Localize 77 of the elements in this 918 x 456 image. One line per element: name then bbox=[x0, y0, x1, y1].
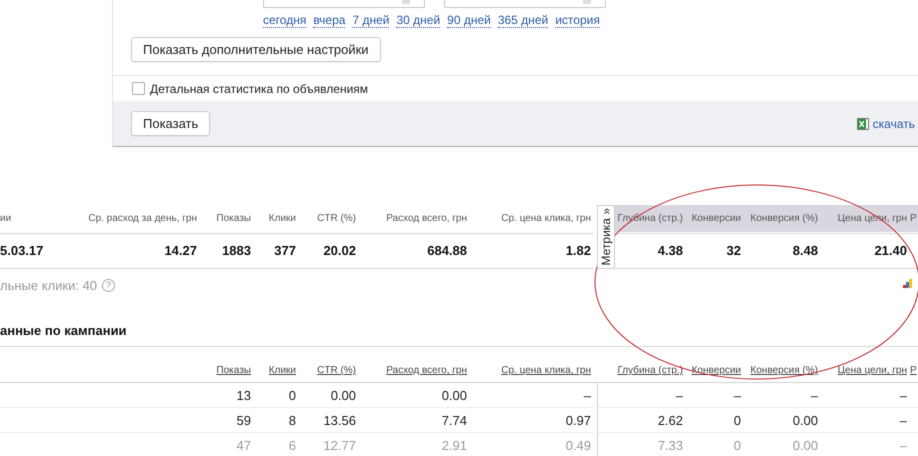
table-cell: 5.03.17 bbox=[0, 232, 90, 268]
table-cell: 377 bbox=[254, 232, 299, 268]
column-header: Конверсии bbox=[686, 205, 744, 232]
column-header: Показы bbox=[215, 212, 252, 226]
sortable-column-header[interactable]: Цена цели, грн bbox=[838, 365, 907, 376]
table-cell: 0 bbox=[686, 408, 744, 433]
table-cell: 7.33 bbox=[615, 433, 686, 456]
date-range-link[interactable]: вчера bbox=[313, 14, 346, 28]
table-cell: – bbox=[615, 383, 686, 408]
table-cell: 684.88 bbox=[359, 232, 470, 268]
date-range-link[interactable]: 90 дней bbox=[447, 14, 491, 28]
sortable-column-header[interactable]: Глубина (стр.) bbox=[617, 365, 683, 376]
column-header: CTR (%) bbox=[316, 212, 357, 226]
table-cell: 7.74 bbox=[359, 408, 470, 433]
sortable-column-header[interactable]: Р bbox=[910, 365, 917, 376]
table-cell: 1.82 bbox=[470, 232, 594, 268]
table-cell: 4.38 bbox=[615, 232, 686, 268]
sortable-column-header[interactable]: Конверсии bbox=[692, 365, 741, 376]
table-cell: – bbox=[470, 383, 594, 408]
date-range-link[interactable]: 365 дней bbox=[498, 14, 548, 28]
sortable-column-header[interactable]: Показы bbox=[216, 365, 251, 376]
column-header: Расход всего, грн bbox=[385, 212, 468, 226]
checkbox-label: Детальная статистика по объявлениям bbox=[150, 82, 368, 96]
table-cell: 32 bbox=[686, 232, 744, 268]
date-range-link[interactable]: сегодня bbox=[263, 14, 306, 28]
calendar-icon bbox=[583, 0, 591, 4]
table-cell: 0.00 bbox=[299, 383, 359, 408]
table-cell: 0.97 bbox=[470, 408, 594, 433]
unique-clicks-text: льные клики: 40 bbox=[0, 278, 98, 292]
table-cell: – bbox=[744, 383, 821, 408]
date-range-link[interactable]: 30 дней bbox=[396, 14, 440, 28]
calendar-icon bbox=[402, 0, 410, 4]
sortable-column-header[interactable]: Конверсия (%) bbox=[750, 365, 818, 376]
table-cell: 12.77 bbox=[299, 433, 359, 456]
table-cell: 20.02 bbox=[299, 232, 359, 268]
table-cell: – bbox=[821, 408, 910, 433]
table-cell: 59 bbox=[200, 408, 254, 433]
column-header: Ср. расход за день, грн bbox=[90, 212, 198, 226]
metrika-tab[interactable]: Метрика » bbox=[597, 205, 615, 269]
column-header: Конверсия (%) bbox=[744, 205, 821, 232]
table-cell: 13.56 bbox=[299, 408, 359, 433]
table-cell: 0 bbox=[686, 433, 744, 456]
table-cell: 6 bbox=[254, 433, 299, 456]
table-cell: 0.49 bbox=[470, 433, 594, 456]
table-cell: 0.00 bbox=[744, 433, 821, 456]
table-cell: 0 bbox=[254, 383, 299, 408]
show-button[interactable]: Показать bbox=[131, 111, 210, 136]
column-header: ии bbox=[0, 212, 12, 226]
table-cell: – bbox=[821, 433, 910, 456]
table-cell: 2.62 bbox=[615, 408, 686, 433]
table-cell: 0.00 bbox=[359, 383, 470, 408]
table-cell: 13 bbox=[200, 383, 254, 408]
sortable-column-header[interactable]: Клики bbox=[268, 365, 296, 376]
date-range-link[interactable]: 7 дней bbox=[352, 14, 390, 28]
table-cell: 47 bbox=[200, 433, 254, 456]
table-cell: 14.27 bbox=[90, 232, 200, 268]
download-link[interactable]: скачать bbox=[856, 116, 915, 130]
table-cell: 21.40 bbox=[821, 232, 910, 268]
table-cell: 2.91 bbox=[359, 433, 470, 456]
date-range-link[interactable]: история bbox=[555, 14, 600, 28]
checkbox[interactable] bbox=[132, 82, 145, 95]
sortable-column-header[interactable]: Ср. цена клика, грн bbox=[501, 365, 591, 376]
table-cell: 8.48 bbox=[744, 232, 821, 268]
table-cell: 8 bbox=[254, 408, 299, 433]
bar-chart-icon bbox=[903, 279, 912, 288]
sortable-column-header[interactable]: CTR (%) bbox=[317, 365, 356, 376]
spreadsheet-icon bbox=[856, 118, 869, 130]
column-header: Ср. цена клика, грн bbox=[500, 212, 592, 226]
table-cell: – bbox=[686, 383, 744, 408]
section-title: анные по кампании bbox=[0, 323, 918, 347]
more-settings-button[interactable]: Показать дополнительные настройки bbox=[131, 37, 381, 62]
column-header: Клики bbox=[268, 212, 297, 226]
table-cell: 0.00 bbox=[744, 408, 821, 433]
table-cell: 1883 bbox=[200, 232, 254, 268]
table-cell: – bbox=[821, 383, 910, 408]
column-header: Р bbox=[910, 205, 918, 232]
sortable-column-header[interactable]: Расход всего, грн bbox=[386, 365, 467, 376]
